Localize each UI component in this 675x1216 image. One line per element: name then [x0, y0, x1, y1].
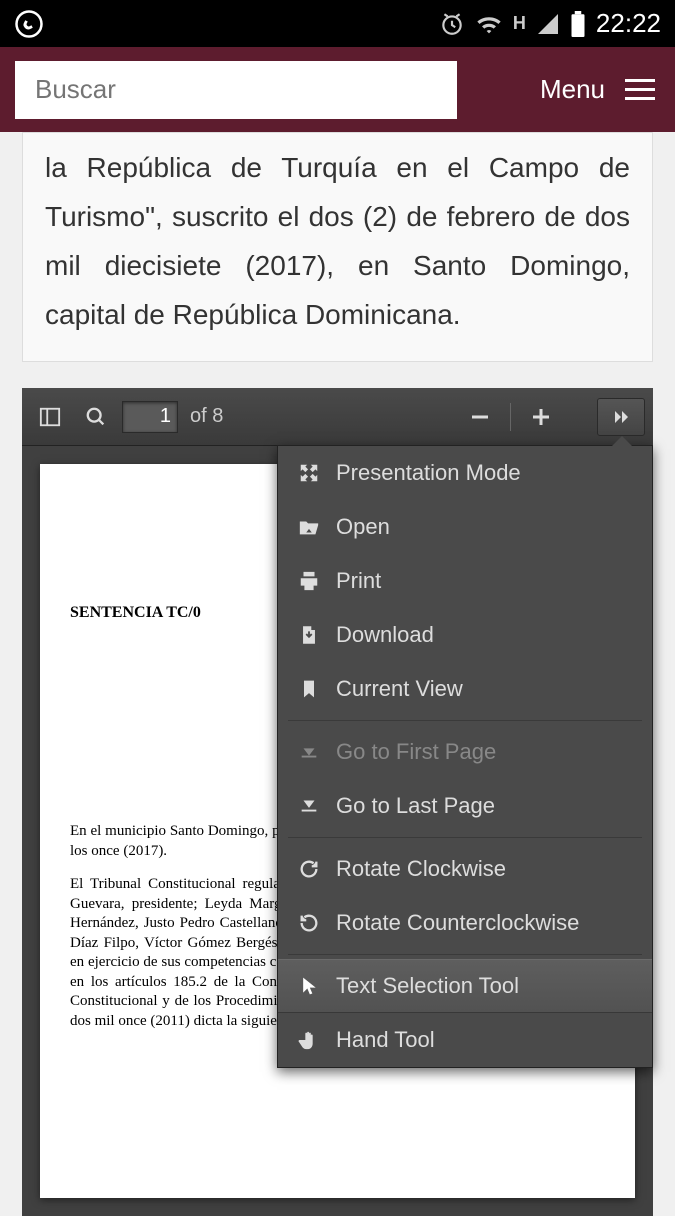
page-number-input[interactable] — [122, 401, 178, 433]
hamburger-icon — [625, 79, 655, 100]
menu-separator — [288, 837, 642, 838]
fullscreen-icon — [296, 460, 322, 486]
zoom-in-button[interactable] — [521, 397, 561, 437]
menu-last-page[interactable]: Go to Last Page — [278, 779, 652, 833]
menu-item-label: Rotate Clockwise — [336, 856, 506, 882]
menu-rotate-ccw[interactable]: Rotate Counterclockwise — [278, 896, 652, 950]
site-header: Menu — [0, 47, 675, 132]
android-status-bar: H 22:22 — [0, 0, 675, 47]
last-page-icon — [296, 793, 322, 819]
menu-open[interactable]: Open — [278, 500, 652, 554]
status-left — [14, 9, 44, 39]
menu-label: Menu — [540, 74, 605, 105]
search-input[interactable] — [35, 74, 437, 105]
bookmark-icon — [296, 676, 322, 702]
rotate-cw-icon — [296, 856, 322, 882]
download-icon — [296, 622, 322, 648]
tools-menu-button[interactable] — [597, 398, 645, 436]
whatsapp-icon — [14, 9, 44, 39]
menu-current-view[interactable]: Current View — [278, 662, 652, 716]
network-type-label: H — [513, 13, 526, 34]
hand-icon — [296, 1027, 322, 1053]
menu-item-label: Go to Last Page — [336, 793, 495, 819]
dropdown-arrow — [612, 436, 632, 446]
menu-item-label: Hand Tool — [336, 1027, 435, 1053]
menu-toggle[interactable]: Menu — [457, 74, 660, 105]
rotate-ccw-icon — [296, 910, 322, 936]
menu-item-label: Text Selection Tool — [336, 973, 519, 999]
folder-open-icon — [296, 514, 322, 540]
menu-item-label: Open — [336, 514, 390, 540]
battery-icon — [570, 11, 586, 37]
toolbar-divider — [510, 403, 511, 431]
zoom-out-button[interactable] — [460, 397, 500, 437]
page-count-label: of 8 — [190, 405, 223, 428]
menu-download[interactable]: Download — [278, 608, 652, 662]
search-box[interactable] — [15, 61, 457, 119]
menu-item-label: Presentation Mode — [336, 460, 521, 486]
menu-text-selection[interactable]: Text Selection Tool — [278, 959, 652, 1013]
menu-item-label: Rotate Counterclockwise — [336, 910, 579, 936]
menu-item-label: Download — [336, 622, 434, 648]
menu-separator — [288, 720, 642, 721]
menu-item-label: Go to First Page — [336, 739, 496, 765]
sidebar-toggle-button[interactable] — [30, 397, 70, 437]
print-icon — [296, 568, 322, 594]
status-right: H 22:22 — [439, 8, 661, 39]
menu-presentation-mode[interactable]: Presentation Mode — [278, 446, 652, 500]
clock-label: 22:22 — [596, 8, 661, 39]
tools-dropdown: Presentation Mode Open Print Download Cu — [277, 445, 653, 1068]
find-button[interactable] — [76, 397, 116, 437]
menu-item-label: Current View — [336, 676, 463, 702]
menu-hand-tool[interactable]: Hand Tool — [278, 1013, 652, 1067]
menu-rotate-cw[interactable]: Rotate Clockwise — [278, 842, 652, 896]
pdf-viewer: of 8 Presentation Mode Open — [22, 388, 653, 1216]
menu-item-label: Print — [336, 568, 381, 594]
pdf-toolbar: of 8 — [22, 388, 653, 446]
menu-first-page: Go to First Page — [278, 725, 652, 779]
signal-icon — [536, 12, 560, 36]
alarm-icon — [439, 11, 465, 37]
menu-print[interactable]: Print — [278, 554, 652, 608]
cursor-icon — [296, 973, 322, 999]
first-page-icon — [296, 739, 322, 765]
wifi-icon — [475, 10, 503, 38]
document-description: la República de Turquía en el Campo de T… — [22, 132, 653, 362]
menu-separator — [288, 954, 642, 955]
